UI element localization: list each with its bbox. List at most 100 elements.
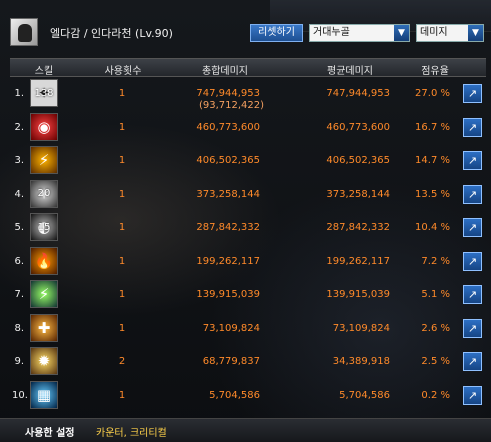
use-count: 2 <box>118 356 126 367</box>
use-count: 1 <box>118 155 126 166</box>
damage-share: 16.7 % <box>415 121 450 133</box>
settings-value: 카운터, 크리티컬 <box>96 428 167 439</box>
use-count: 1 <box>118 121 126 133</box>
column-header-share: 점유율 <box>421 66 449 77</box>
share-export-button[interactable]: ↗ <box>463 318 482 338</box>
total-damage: 460,773,600 <box>196 121 260 133</box>
table-row: 9. ✹ 2 68,779,837 34,389,918 2.5 % ↗ <box>10 345 486 379</box>
rank-label: 3. <box>14 155 24 166</box>
use-count: 1 <box>118 88 126 99</box>
total-damage: 373,258,144 <box>196 188 260 200</box>
average-damage: 460,773,600 <box>326 121 390 133</box>
share-export-button[interactable]: ↗ <box>463 251 482 271</box>
target-select-value: 거대누골 <box>313 27 350 38</box>
table-body: 1. ✦ 138 1 747,944,953 (93,712,422) 747,9… <box>10 77 486 412</box>
table-row: 6. 🔥 1 199,262,117 199,262,117 7.2 % ↗ <box>10 245 486 279</box>
total-damage: 287,842,332 <box>196 222 260 233</box>
share-export-button[interactable]: ↗ <box>463 285 482 304</box>
use-count: 1 <box>118 188 126 200</box>
damage-share: 2.6 % <box>421 322 450 334</box>
share-export-button[interactable]: ↗ <box>463 385 482 405</box>
average-damage: 199,262,117 <box>326 255 390 267</box>
average-damage: 287,842,332 <box>326 222 390 233</box>
share-export-button[interactable]: ↗ <box>463 117 482 137</box>
total-damage: 73,109,824 <box>202 322 260 334</box>
skill-5-icon: ◐ 15 <box>30 213 58 241</box>
average-damage: 5,704,586 <box>339 389 390 401</box>
chevron-down-icon: ▼ <box>394 25 409 41</box>
total-damage: 199,262,117 <box>196 255 260 267</box>
rank-label: 1. <box>14 88 24 99</box>
rank-label: 5. <box>14 222 24 233</box>
skill-6-icon: 🔥 <box>30 246 58 275</box>
character-name: 엘다감 / 인다라천 (Lv.90) <box>50 27 173 40</box>
share-export-button[interactable]: ↗ <box>463 184 482 204</box>
skill-1-icon: ✦ 138 <box>30 79 58 107</box>
table-row: 8. ✚ 1 73,109,824 73,109,824 2.6 % ↗ <box>10 312 486 346</box>
use-count: 1 <box>118 322 126 334</box>
skill-9-icon: ✹ <box>30 347 58 375</box>
share-export-button[interactable]: ↗ <box>463 151 482 170</box>
skill-10-icon: ▦ <box>30 380 58 409</box>
damage-meter-header: 엘다감 / 인다라천 (Lv.90) 리셋하기 거대누골 ▼ 데미지 ▼ <box>0 0 491 58</box>
rank-label: 7. <box>14 289 24 300</box>
table-row: 3. ⚡ 1 406,502,365 406,502,365 14.7 % ↗ <box>10 144 486 178</box>
damage-share: 2.5 % <box>421 356 450 367</box>
damage-share: 7.2 % <box>421 255 450 267</box>
table-row: 5. ◐ 15 1 287,842,332 287,842,332 10.4 % … <box>10 211 486 245</box>
skill-4-icon: ✶ 20 <box>30 179 58 208</box>
rank-label: 4. <box>14 188 24 200</box>
table-row: 10. ▦ 1 5,704,586 5,704,586 0.2 % ↗ <box>10 379 486 413</box>
total-damage: 68,779,837 <box>202 356 260 367</box>
average-damage: 373,258,144 <box>326 188 390 200</box>
avatar <box>10 18 38 46</box>
table-header: 스킬 사용횟수 총합데미지 평균데미지 점유율 <box>10 58 486 77</box>
table-row: 7. ⚡ 1 139,915,039 139,915,039 5.1 % ↗ <box>10 278 486 312</box>
skill-3-icon: ⚡ <box>30 146 58 174</box>
damage-share: 27.0 % <box>415 88 450 99</box>
settings-label: 사용한 설정 <box>25 428 75 439</box>
average-damage: 406,502,365 <box>326 155 390 166</box>
use-count: 1 <box>118 289 126 300</box>
average-damage: 747,944,953 <box>326 88 390 99</box>
column-header-skill: 스킬 <box>34 66 54 77</box>
damage-share: 10.4 % <box>415 222 450 233</box>
chevron-down-icon: ▼ <box>468 25 483 41</box>
share-export-button[interactable]: ↗ <box>463 84 482 103</box>
total-damage: 5,704,586 <box>209 389 260 401</box>
rank-label: 6. <box>14 255 24 267</box>
settings-footer: 사용한 설정 카운터, 크리티컬 <box>0 418 491 442</box>
rank-label: 2. <box>14 121 24 133</box>
skill-2-icon: ◉ <box>30 112 58 141</box>
cooldown-label: 20 <box>37 188 51 199</box>
total-damage: 747,944,953 <box>196 88 260 99</box>
use-count: 1 <box>118 222 126 233</box>
total-damage: 139,915,039 <box>196 289 260 300</box>
table-row: 1. ✦ 138 1 747,944,953 (93,712,422) 747,9… <box>10 77 486 111</box>
use-count: 1 <box>118 389 126 401</box>
metric-select[interactable]: 데미지 ▼ <box>416 24 484 42</box>
table-row: 2. ◉ 1 460,773,600 460,773,600 16.7 % ↗ <box>10 111 486 145</box>
rank-label: 8. <box>14 322 24 334</box>
reset-button[interactable]: 리셋하기 <box>250 24 303 42</box>
cooldown-label: 138 <box>34 87 54 99</box>
damage-share: 14.7 % <box>415 155 450 166</box>
target-select[interactable]: 거대누골 ▼ <box>309 24 410 42</box>
column-header-uses: 사용횟수 <box>104 66 142 77</box>
share-export-button[interactable]: ↗ <box>463 352 482 371</box>
average-damage: 34,389,918 <box>332 356 390 367</box>
metric-select-value: 데미지 <box>420 27 448 38</box>
total-damage: 406,502,365 <box>196 155 260 166</box>
rank-label: 9. <box>14 356 24 367</box>
skill-8-icon: ✚ <box>30 313 58 342</box>
column-header-total: 총합데미지 <box>202 66 248 77</box>
damage-share: 13.5 % <box>415 188 450 200</box>
cooldown-label: 15 <box>37 221 51 233</box>
damage-share: 5.1 % <box>421 289 450 300</box>
total-damage-sub: (93,712,422) <box>198 100 264 111</box>
rank-label: 10. <box>12 389 28 401</box>
table-row: 4. ✶ 20 1 373,258,144 373,258,144 13.5 % … <box>10 178 486 212</box>
damage-share: 0.2 % <box>421 389 450 401</box>
average-damage: 139,915,039 <box>326 289 390 300</box>
share-export-button[interactable]: ↗ <box>463 218 482 237</box>
